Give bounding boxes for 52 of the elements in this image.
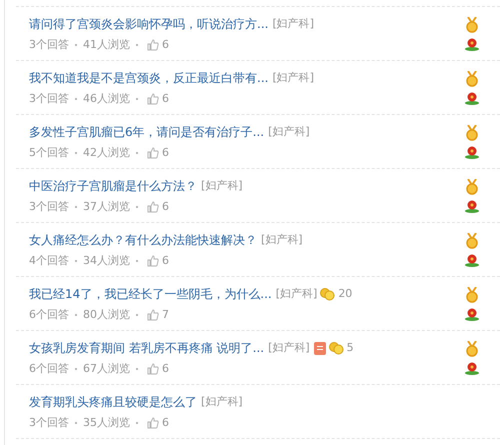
answer-count: 3个回答 — [29, 414, 69, 430]
answer-count: 3个回答 — [29, 90, 69, 106]
view-count: 35人浏览 — [83, 414, 130, 430]
view-count: 37人浏览 — [83, 198, 130, 214]
question-link[interactable]: 女孩乳房发育期间 若乳房不再疼痛 说明了... — [29, 340, 264, 356]
like-count: 7 — [162, 306, 169, 322]
like-count: 6 — [162, 252, 169, 268]
view-count: 41人浏览 — [83, 36, 130, 52]
category-tag: [妇产科] — [268, 340, 310, 356]
reward-points: 20 — [338, 286, 352, 302]
reward-points: 5 — [346, 340, 354, 356]
thumbs-up-icon — [147, 362, 159, 375]
coins-icon — [328, 342, 344, 355]
category-tag: [妇产科] — [201, 394, 243, 410]
view-count: 67人浏览 — [83, 360, 130, 376]
answer-count: 6个回答 — [29, 306, 69, 322]
thumbs-up-icon — [147, 416, 159, 429]
like-count: 6 — [162, 360, 169, 376]
category-tag: [妇产科] — [276, 286, 318, 302]
question-link[interactable]: 请问得了宫颈炎会影响怀孕吗，听说治疗方... — [29, 16, 268, 32]
like-count: 6 — [162, 144, 169, 160]
category-tag: [妇产科] — [272, 16, 314, 32]
coins-icon — [320, 288, 336, 301]
category-tag: [妇产科] — [268, 124, 310, 140]
like-count: 6 — [162, 414, 169, 430]
question-link[interactable]: 我已经14了，我已经长了一些阴毛，为什么... — [29, 286, 272, 302]
question-link[interactable]: 中医治疗子宫肌瘤是什么方法？ — [29, 178, 197, 194]
like-count: 6 — [162, 36, 169, 52]
answer-count: 4个回答 — [29, 252, 69, 268]
thumbs-up-icon — [147, 200, 159, 213]
question-link[interactable]: 多发性子宫肌瘤已6年，请问是否有治疗子... — [29, 124, 264, 140]
thumbs-up-icon — [147, 92, 159, 105]
answer-count: 6个回答 — [29, 360, 69, 376]
category-tag: [妇产科] — [272, 70, 314, 86]
category-tag: [妇产科] — [261, 232, 303, 248]
answer-count: 3个回答 — [29, 198, 69, 214]
view-count: 46人浏览 — [83, 90, 130, 106]
thumbs-up-icon — [147, 254, 159, 267]
thumbs-up-icon — [147, 146, 159, 159]
view-count: 42人浏览 — [83, 144, 130, 160]
like-count: 6 — [162, 90, 169, 106]
answer-count: 3个回答 — [29, 36, 69, 52]
category-tag: [妇产科] — [201, 178, 243, 194]
thumbs-up-icon — [147, 38, 159, 51]
view-count: 34人浏览 — [83, 252, 130, 268]
view-count: 80人浏览 — [83, 306, 130, 322]
question-link[interactable]: 我不知道我是不是宫颈炎，反正最近白带有... — [29, 70, 268, 86]
like-count: 6 — [162, 198, 169, 214]
question-link[interactable]: 女人痛经怎么办？有什么办法能快速解决？ — [29, 232, 257, 248]
question-link[interactable]: 发育期乳头疼痛且较硬是怎么了 — [29, 394, 197, 410]
answer-count: 5个回答 — [29, 144, 69, 160]
thumbs-up-icon — [147, 308, 159, 321]
